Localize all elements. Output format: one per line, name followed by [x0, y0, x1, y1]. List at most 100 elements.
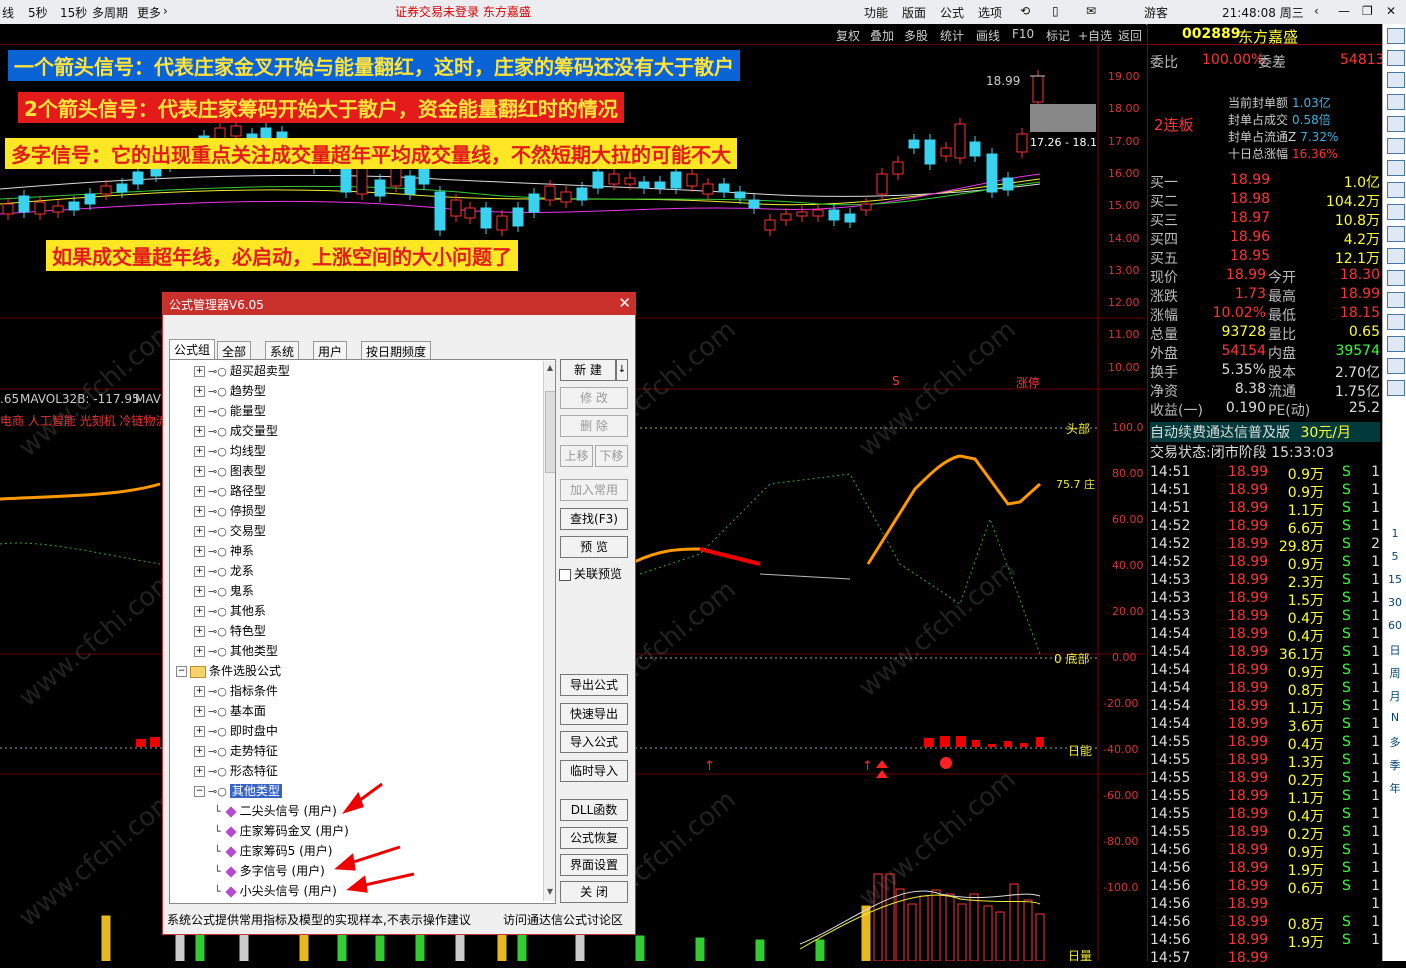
tree-node[interactable]: └ 二尖头信号 (用户)	[214, 802, 337, 820]
chart-icon[interactable]	[1387, 226, 1405, 242]
tree-node[interactable]: − 条件选股公式	[176, 662, 281, 680]
mail-icon[interactable]: ✉	[1086, 4, 1096, 18]
expand-icon[interactable]: +	[194, 706, 205, 717]
period-shortcut[interactable]: 月	[1383, 688, 1406, 704]
eye-icon[interactable]	[1387, 292, 1405, 308]
restore-button[interactable]: 公式恢复	[560, 827, 628, 849]
rsi-icon[interactable]	[1387, 336, 1405, 352]
arrow-down-icon[interactable]	[1387, 72, 1405, 88]
preview-button[interactable]: 预 览	[560, 536, 628, 558]
back-icon[interactable]: ‹	[1314, 4, 1319, 18]
tree-node[interactable]: + ⊸○ 趋势型	[194, 382, 266, 400]
expand-icon[interactable]: +	[194, 646, 205, 657]
expand-icon[interactable]: +	[194, 766, 205, 777]
period-line[interactable]: 线	[2, 4, 14, 21]
btn-f10[interactable]: F10	[1012, 27, 1034, 41]
tab-system[interactable]: 系统	[265, 341, 300, 361]
period-shortcut[interactable]: 周	[1383, 665, 1406, 681]
period-shortcut[interactable]: 日	[1383, 642, 1406, 658]
ui-settings-button[interactable]: 界面设置	[560, 854, 628, 876]
tree-node[interactable]: + ⊸○ 其他类型	[194, 642, 278, 660]
period-shortcut[interactable]: 季	[1383, 757, 1406, 773]
btn-overlay[interactable]: 叠加	[870, 27, 894, 44]
expand-icon[interactable]: +	[194, 626, 205, 637]
tree-node[interactable]: + ⊸○ 图表型	[194, 462, 266, 480]
menu-options[interactable]: 选项	[978, 4, 1002, 21]
table-icon[interactable]	[1387, 138, 1405, 154]
grid-icon[interactable]	[1387, 116, 1405, 132]
menu-function[interactable]: 功能	[864, 4, 888, 21]
user-guest[interactable]: 游客	[1144, 4, 1168, 21]
refresh-icon[interactable]: ⟲	[1020, 4, 1030, 18]
tree-node[interactable]: └ 小尖头信号 (用户)	[214, 882, 337, 900]
new-button[interactable]: 新 建	[560, 359, 616, 381]
bid-row[interactable]: 买三 18.97 10.8万	[1150, 210, 1382, 229]
tree-node[interactable]: + ⊸○ 特色型	[194, 622, 266, 640]
forum-link[interactable]: 访问通达信公式讨论区	[503, 911, 623, 928]
tree-node[interactable]: + ⊸○ 均线型	[194, 442, 266, 460]
expand-icon[interactable]: +	[194, 366, 205, 377]
link-preview-checkbox[interactable]: 关联预览	[559, 565, 622, 582]
restore-icon[interactable]: ❐	[1362, 4, 1373, 18]
expand-icon[interactable]: +	[194, 586, 205, 597]
modify-button[interactable]: 修 改	[560, 387, 628, 409]
menu-layout[interactable]: 版面	[902, 4, 926, 21]
bid-row[interactable]: 买五 18.95 12.1万	[1150, 248, 1382, 267]
period-shortcut[interactable]: 5	[1383, 550, 1406, 563]
import-button[interactable]: 导入公式	[560, 731, 628, 753]
tab-by-date[interactable]: 按日期频度	[361, 341, 432, 361]
tree-node[interactable]: + ⊸○ 超买超卖型	[194, 362, 290, 380]
period-5s[interactable]: 5秒	[28, 4, 48, 21]
btn-stats[interactable]: 统计	[940, 27, 964, 44]
move-icon[interactable]	[1387, 358, 1405, 374]
f-icon[interactable]	[1387, 204, 1405, 220]
tree-node[interactable]: + ⊸○ 成交量型	[194, 422, 278, 440]
tab-all[interactable]: 全部	[217, 341, 252, 361]
close-icon[interactable]: ✕	[1386, 4, 1396, 18]
move-up-button[interactable]: 上移	[560, 445, 593, 467]
expand-icon[interactable]: +	[194, 566, 205, 577]
tree-node[interactable]: └ 庄家筹码5 (用户)	[214, 842, 332, 860]
period-shortcut[interactable]: 15	[1383, 573, 1406, 586]
expand-icon[interactable]: +	[194, 506, 205, 517]
expand-icon[interactable]: +	[194, 606, 205, 617]
quick-export-button[interactable]: 快速导出	[560, 703, 628, 725]
tree-node[interactable]: + ⊸○ 龙系	[194, 562, 254, 580]
bid-row[interactable]: 买四 18.96 4.2万	[1150, 229, 1382, 248]
tree-node[interactable]: + ⊸○ 形态特征	[194, 762, 278, 780]
chart-icon[interactable]	[1387, 94, 1405, 110]
btn-fuquan[interactable]: 复权	[836, 27, 860, 44]
arrow-up-icon[interactable]	[1387, 28, 1405, 44]
delete-button[interactable]: 删 除	[560, 415, 628, 437]
arrow-up-icon[interactable]	[1387, 50, 1405, 66]
bid-row[interactable]: 买二 18.98 104.2万	[1150, 191, 1382, 210]
btn-mark[interactable]: 标记	[1046, 27, 1070, 44]
expand-icon[interactable]: +	[194, 746, 205, 757]
move-down-button[interactable]: 下移	[595, 445, 628, 467]
temp-import-button[interactable]: 临时导入	[560, 760, 628, 782]
period-shortcut[interactable]: 年	[1383, 780, 1406, 796]
trend-icon[interactable]	[1387, 160, 1405, 176]
tree-node[interactable]: + ⊸○ 停损型	[194, 502, 266, 520]
tree-node[interactable]: + ⊸○ 路径型	[194, 482, 266, 500]
period-shortcut[interactable]: 60	[1383, 619, 1406, 632]
tree-node[interactable]: + ⊸○ 其他系	[194, 602, 266, 620]
btn-back[interactable]: 返回	[1118, 27, 1142, 44]
tree-node[interactable]: └ 庄家筹码金叉 (用户)	[214, 822, 349, 840]
tree-node[interactable]: + ⊸○ 交易型	[194, 522, 266, 540]
tree-node[interactable]: + ⊸○ 鬼系	[194, 582, 254, 600]
expand-icon[interactable]: +	[194, 486, 205, 497]
period-shortcut[interactable]: 多	[1383, 734, 1406, 750]
btn-multi-stock[interactable]: 多股	[904, 27, 928, 44]
btn-add-favorite[interactable]: +自选	[1078, 27, 1112, 44]
chevron-right-icon[interactable]: ›	[163, 4, 168, 18]
period-shortcut[interactable]: N	[1383, 711, 1406, 724]
tree-node[interactable]: + ⊸○ 指标条件	[194, 682, 278, 700]
power-icon[interactable]	[1387, 270, 1405, 286]
tree-scrollbar[interactable]: ▲ ▼	[543, 361, 555, 901]
tree-node[interactable]: + ⊸○ 能量型	[194, 402, 266, 420]
expand-icon[interactable]: +	[194, 466, 205, 477]
period-shortcut[interactable]: 30	[1383, 596, 1406, 609]
tree-node[interactable]: + ⊸○ 即时盘中	[194, 722, 278, 740]
phone-icon[interactable]: ▯	[1052, 4, 1059, 18]
